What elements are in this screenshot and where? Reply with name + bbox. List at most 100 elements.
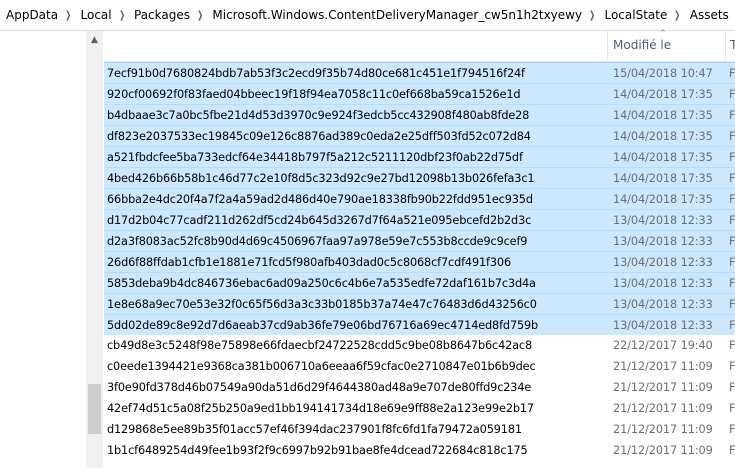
chevron-right-icon[interactable]: ❯ xyxy=(673,10,682,21)
file-type: F xyxy=(729,109,735,122)
file-name: b4dbaae3c7a0bc5fbe21d4d53d3970c9e924f3ed… xyxy=(107,109,530,122)
file-type: F xyxy=(729,235,735,248)
file-date-modified: 13/04/2018 12:33 xyxy=(613,256,713,269)
file-type: F xyxy=(729,360,735,373)
file-name: d17d2b04c77cadf211d262df5cd24b645d3267d7… xyxy=(107,214,532,227)
file-list: 7ecf91b0d7680824bdb7ab53f3c2ecd9f35b74d8… xyxy=(104,62,735,468)
file-type: F xyxy=(729,402,735,415)
navigation-scrollbar[interactable]: ▲ xyxy=(86,31,103,468)
file-row[interactable]: 26d6f88ffdab1cfb1e1881e71fcd5f980afb403d… xyxy=(104,251,735,272)
file-date-modified: 14/04/2018 17:35 xyxy=(613,88,713,101)
file-row[interactable]: a521fbdcfee5ba733edcf64e34418b797f5a212c… xyxy=(104,146,735,167)
column-header-type-label: T xyxy=(730,38,735,52)
file-row[interactable]: 1b1cf6489254d49fee1b93f2f9c6997b92b91bae… xyxy=(104,440,735,461)
file-name: 4bed426b66b58b1c46d77c2e10f8d5c323d92c9e… xyxy=(107,172,535,185)
file-type: F xyxy=(729,444,735,457)
file-type: F xyxy=(729,67,735,80)
file-date-modified: 14/04/2018 17:35 xyxy=(613,193,713,206)
file-date-modified: 22/12/2017 19:40 xyxy=(613,339,713,352)
file-row[interactable]: 1e8e68a9ec70e53e32f0c65f56d3a3c33b0185b3… xyxy=(104,293,735,314)
file-row[interactable]: df823e2037533ec19845c09e126c8876ad389c0e… xyxy=(104,125,735,146)
file-date-modified: 13/04/2018 12:33 xyxy=(613,214,713,227)
file-row[interactable]: 920cf00692f0f83faed04bbeec19f18f94ea7058… xyxy=(104,83,735,104)
chevron-right-icon[interactable]: ❯ xyxy=(117,10,126,21)
file-name: 26d6f88ffdab1cfb1e1881e71fcd5f980afb403d… xyxy=(107,256,511,269)
breadcrumb-item-local[interactable]: Local xyxy=(75,8,116,22)
file-type: F xyxy=(729,88,735,101)
file-row[interactable]: 4bed426b66b58b1c46d77c2e10f8d5c323d92c9e… xyxy=(104,167,735,188)
chevron-right-icon[interactable]: ❯ xyxy=(64,10,73,21)
file-name: 5853deba9b4dc846736ebac6ad09a250c6c4b6e7… xyxy=(107,277,536,290)
file-row[interactable]: cb49d8e3c5248f98e75898e66fdaecbf24722528… xyxy=(104,335,735,356)
file-name: a521fbdcfee5ba733edcf64e34418b797f5a212c… xyxy=(107,151,523,164)
breadcrumb-item-packages[interactable]: Packages xyxy=(128,8,194,22)
file-date-modified: 14/04/2018 17:35 xyxy=(613,130,713,143)
breadcrumb-item-appdata[interactable]: AppData xyxy=(0,8,62,22)
column-header-type[interactable]: T xyxy=(725,31,735,61)
file-name: 5dd02de89c8e92d7d6aeab37cd9ab36fe79e06bd… xyxy=(107,319,539,332)
column-header-date[interactable]: Modifié le ⌃ xyxy=(607,29,726,61)
file-type: F xyxy=(729,214,735,227)
file-date-modified: 14/04/2018 17:35 xyxy=(613,151,713,164)
file-row[interactable]: d129868e5ee89b35f01acc57ef46f394dac23790… xyxy=(104,419,735,440)
file-date-modified: 13/04/2018 12:33 xyxy=(613,235,713,248)
file-date-modified: 21/12/2017 11:09 xyxy=(613,423,713,436)
breadcrumb-item-contentdeliverymanager[interactable]: Microsoft.Windows.ContentDeliveryManager… xyxy=(206,8,586,22)
file-name: cb49d8e3c5248f98e75898e66fdaecbf24722528… xyxy=(107,339,533,352)
file-name: 66bba2e4dc20f4a7f2a4a59ad2d486d40e790ae1… xyxy=(107,193,533,206)
file-date-modified: 21/12/2017 11:09 xyxy=(613,402,713,415)
file-type: F xyxy=(729,423,735,436)
scrollbar-thumb[interactable] xyxy=(88,384,101,434)
column-header-date-label: Modifié le xyxy=(613,38,672,52)
file-type: F xyxy=(729,193,735,206)
file-type: F xyxy=(729,151,735,164)
file-name: d129868e5ee89b35f01acc57ef46f394dac23790… xyxy=(107,423,522,436)
file-type: F xyxy=(729,256,735,269)
breadcrumb-item-localstate[interactable]: LocalState xyxy=(598,8,671,22)
navigation-pane xyxy=(0,31,86,468)
column-header: Modifié le ⌃ T xyxy=(104,29,735,62)
file-row[interactable]: b4dbaae3c7a0bc5fbe21d4d53d3970c9e924f3ed… xyxy=(104,104,735,125)
file-type: F xyxy=(729,319,735,332)
file-name: c0eede1394421e9368ca381b006710a6eeaa6f59… xyxy=(107,360,536,373)
file-type: F xyxy=(729,381,735,394)
column-header-name[interactable] xyxy=(104,31,603,61)
file-date-modified: 21/12/2017 11:09 xyxy=(613,444,713,457)
file-date-modified: 15/04/2018 10:47 xyxy=(613,67,713,80)
file-row[interactable]: d17d2b04c77cadf211d262df5cd24b645d3267d7… xyxy=(104,209,735,230)
file-row[interactable]: d2a3f8083ac52fc8b90d4d69c4506967faa97a97… xyxy=(104,230,735,251)
file-date-modified: 14/04/2018 17:35 xyxy=(613,109,713,122)
file-date-modified: 13/04/2018 12:33 xyxy=(613,277,713,290)
file-name: 42ef74d51c5a08f25b250a9ed1bb194141734d18… xyxy=(107,402,534,415)
file-row[interactable]: 5dd02de89c8e92d7d6aeab37cd9ab36fe79e06bd… xyxy=(104,314,735,335)
file-name: 1e8e68a9ec70e53e32f0c65f56d3a3c33b0185b3… xyxy=(107,298,537,311)
file-row[interactable]: 3f0e90fd378d46b07549a90da51d6d29f4644380… xyxy=(104,377,735,398)
file-name: 7ecf91b0d7680824bdb7ab53f3c2ecd9f35b74d8… xyxy=(107,67,525,80)
breadcrumb: AppData ❯ Local ❯ Packages ❯ Microsoft.W… xyxy=(0,0,735,31)
file-row[interactable]: 5853deba9b4dc846736ebac6ad09a250c6c4b6e7… xyxy=(104,272,735,293)
file-type: F xyxy=(729,277,735,290)
file-name: 920cf00692f0f83faed04bbeec19f18f94ea7058… xyxy=(107,88,521,101)
file-type: F xyxy=(729,339,735,352)
file-name: 1b1cf6489254d49fee1b93f2f9c6997b92b91bae… xyxy=(107,444,528,457)
file-name: d2a3f8083ac52fc8b90d4d69c4506967faa97a97… xyxy=(107,235,528,248)
scroll-up-arrow-icon[interactable]: ▲ xyxy=(86,31,103,48)
sort-ascending-icon: ⌃ xyxy=(659,29,667,39)
file-row[interactable]: 42ef74d51c5a08f25b250a9ed1bb194141734d18… xyxy=(104,398,735,419)
file-type: F xyxy=(729,130,735,143)
chevron-right-icon[interactable]: ❯ xyxy=(196,10,205,21)
file-type: F xyxy=(729,172,735,185)
file-name: df823e2037533ec19845c09e126c8876ad389c0e… xyxy=(107,130,531,143)
chevron-right-icon[interactable]: ❯ xyxy=(588,10,597,21)
file-date-modified: 21/12/2017 11:09 xyxy=(613,381,713,394)
file-name: 3f0e90fd378d46b07549a90da51d6d29f4644380… xyxy=(107,381,532,394)
file-date-modified: 21/12/2017 11:09 xyxy=(613,360,713,373)
breadcrumb-item-assets[interactable]: Assets xyxy=(684,8,733,22)
file-date-modified: 13/04/2018 12:33 xyxy=(613,298,713,311)
file-row[interactable]: 7ecf91b0d7680824bdb7ab53f3c2ecd9f35b74d8… xyxy=(104,62,735,83)
file-row[interactable]: c0eede1394421e9368ca381b006710a6eeaa6f59… xyxy=(104,356,735,377)
file-type: F xyxy=(729,298,735,311)
file-row[interactable]: 66bba2e4dc20f4a7f2a4a59ad2d486d40e790ae1… xyxy=(104,188,735,209)
file-date-modified: 14/04/2018 17:35 xyxy=(613,172,713,185)
file-date-modified: 13/04/2018 12:33 xyxy=(613,319,713,332)
